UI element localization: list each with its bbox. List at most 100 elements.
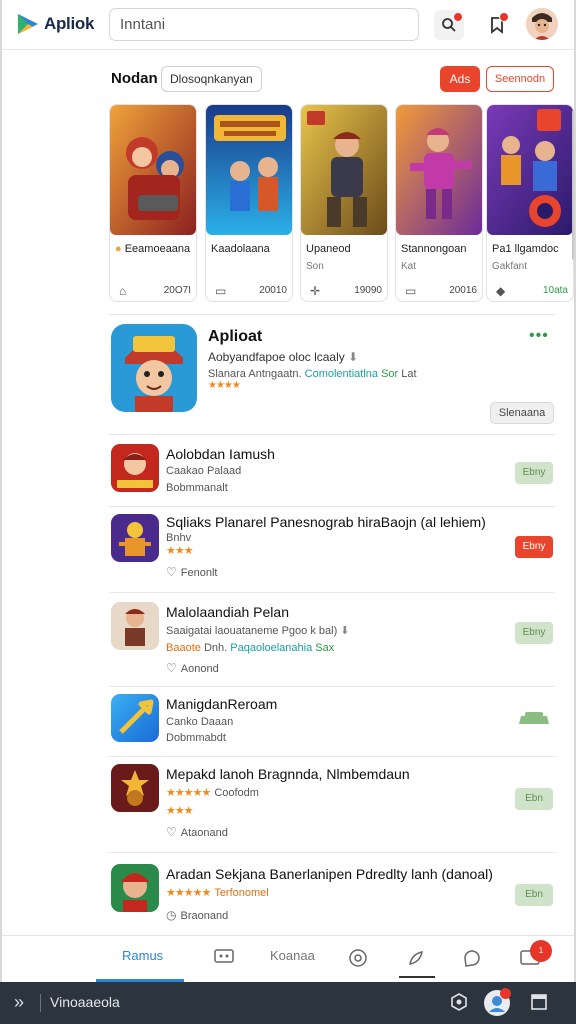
- app-title: Aplioat: [208, 328, 263, 345]
- rating-stars: ★★★★★ Terfonomel: [166, 887, 269, 899]
- thumbs-up-icon[interactable]: ⌂: [119, 284, 126, 298]
- app-icon: [111, 602, 159, 650]
- carousel-card[interactable]: ● Eeamoeaana ⌂ 20O7I: [109, 104, 197, 302]
- nav-badge: 1: [530, 940, 552, 962]
- app-title: Aolobdan Iamush: [166, 446, 275, 462]
- ads-button[interactable]: Ads: [440, 66, 480, 92]
- app-description: Aobyandfapoe oloc lcaaly ⬇: [208, 350, 359, 364]
- diamond-icon[interactable]: ◆: [496, 284, 505, 298]
- rating-stars: ★★★: [166, 545, 194, 557]
- list-item[interactable]: Aradan Sekjana Banerlanipen Pdredlty lan…: [109, 858, 555, 930]
- card-stat: 10ata: [542, 285, 568, 296]
- card-title: ● Eeamoeaana: [115, 243, 191, 255]
- card-stat: 20010: [259, 285, 287, 296]
- card-title: Stannongoan: [401, 243, 467, 255]
- user-avatar-icon: [526, 8, 558, 40]
- app-title: Sqliaks Planarel Panesnograb hiraBaojn (…: [166, 514, 486, 530]
- install-button[interactable]: Ebny: [515, 536, 553, 558]
- nav-home[interactable]: Ramus: [122, 948, 163, 963]
- more-options-icon[interactable]: •••: [529, 327, 549, 345]
- top-bar: Apliok: [2, 0, 574, 50]
- play-logo-icon: [18, 14, 38, 34]
- controller-icon: [519, 712, 549, 724]
- list-item[interactable]: Malolaandiah Pelan Saaigatai laouataneme…: [109, 598, 555, 682]
- install-button[interactable]: Ebn: [515, 884, 553, 906]
- taskbar: » Vinoaaeola: [0, 982, 576, 1024]
- crosshair-icon[interactable]: ✛: [310, 284, 320, 298]
- taskbar-separator: [40, 994, 41, 1012]
- app-developer: Canko Daaan: [166, 716, 234, 728]
- notifications-button[interactable]: [482, 10, 512, 40]
- divider: [109, 592, 555, 593]
- card-subtitle: Kat: [401, 261, 417, 272]
- nav-chat-bubble-icon[interactable]: [462, 948, 482, 971]
- tag-icon[interactable]: ▭: [405, 284, 416, 298]
- filter-chip[interactable]: Dlosoqnkanyan: [161, 66, 262, 92]
- wishlist-link[interactable]: ♡ Ataonand: [166, 825, 228, 839]
- comment-icon[interactable]: ▭: [215, 284, 226, 298]
- nav-mid[interactable]: Koanaa: [270, 948, 315, 963]
- game-art-image: [301, 105, 387, 235]
- app-developer: Caakao Palaad: [166, 465, 242, 477]
- carousel-card[interactable]: Pa1 llgamdoc Gakfant ◆ 10ata: [486, 104, 574, 302]
- install-button[interactable]: Ebny: [515, 622, 553, 644]
- carousel-card[interactable]: Upaneod Son ✛ 19090: [300, 104, 388, 302]
- taskbar-badge: [500, 988, 511, 999]
- avatar[interactable]: [526, 8, 558, 40]
- install-button[interactable]: Slenaana: [490, 402, 554, 424]
- search-input[interactable]: [109, 8, 419, 41]
- nav-chat-icon[interactable]: [348, 948, 368, 971]
- divider: [109, 686, 555, 687]
- app-category: Bobmmanalt: [166, 482, 228, 494]
- nav-feather-icon[interactable]: [406, 948, 426, 971]
- list-item[interactable]: Aolobdan Iamush Caakao Palaad Bobmmanalt…: [109, 440, 555, 502]
- card-stat: 20016: [449, 285, 477, 296]
- wishlist-link[interactable]: ◷ Braonand: [166, 908, 228, 922]
- logo-text: Apliok: [44, 14, 95, 33]
- wishlist-link[interactable]: ♡ Aonond: [166, 661, 219, 675]
- carousel-card[interactable]: Kaadolaana ▭ 20010: [205, 104, 293, 302]
- app-title: Malolaandiah Pelan: [166, 604, 289, 620]
- install-button[interactable]: Ebny: [515, 462, 553, 484]
- heart-icon: ♡: [166, 661, 177, 675]
- scrollbar[interactable]: [572, 110, 574, 260]
- rating-stars: ★★★: [166, 805, 194, 817]
- game-art-image: [110, 105, 196, 235]
- rating-stars: ★★★★: [208, 380, 241, 391]
- list-item[interactable]: ManigdanReroam Canko Daaan Dobmmabdt: [109, 690, 555, 754]
- app-title: Aradan Sekjana Banerlanipen Pdredlty lan…: [166, 866, 493, 882]
- divider: [109, 314, 555, 315]
- section-title: Nodan: [111, 70, 158, 87]
- carousel-card[interactable]: Stannongoan Kat ▭ 20016: [395, 104, 483, 302]
- taskbar-label[interactable]: Vinoaaeola: [50, 994, 120, 1010]
- install-button[interactable]: Ebn: [515, 788, 553, 810]
- game-art-image: [206, 105, 292, 235]
- list-item[interactable]: Mepakd lanoh Bragnnda, Nlmbemdaun ★★★★★ C…: [109, 760, 555, 850]
- card-title: Kaadolaana: [211, 243, 270, 255]
- game-art-image: [487, 105, 573, 235]
- game-art-image: [396, 105, 482, 235]
- search-button[interactable]: [434, 10, 464, 40]
- card-subtitle: Son: [306, 261, 324, 272]
- list-item[interactable]: Sqliaks Planarel Panesnograb hiraBaojn (…: [109, 510, 555, 590]
- divider: [109, 852, 555, 853]
- divider: [109, 756, 555, 757]
- card-footer: ▭ 20010: [211, 283, 289, 299]
- card-title: Upaneod: [306, 243, 351, 255]
- nav-games-icon[interactable]: [214, 948, 234, 967]
- open-button[interactable]: [517, 710, 551, 733]
- search-badge-dot: [453, 12, 463, 22]
- settings-icon[interactable]: [450, 993, 468, 1016]
- app-title: ManigdanReroam: [166, 696, 278, 712]
- see-more-button[interactable]: Seennodn: [486, 66, 554, 92]
- logo[interactable]: Apliok: [16, 12, 94, 36]
- featured-app[interactable]: Aplioat Aobyandfapoe oloc lcaaly ⬇ Slana…: [109, 322, 555, 426]
- window-icon[interactable]: [530, 993, 548, 1016]
- wishlist-link[interactable]: ♡ Fenonlt: [166, 565, 217, 579]
- featured-carousel[interactable]: ● Eeamoeaana ⌂ 20O7I Kaadolaana ▭ 20010 …: [109, 104, 574, 304]
- card-subtitle: Gakfant: [492, 261, 528, 272]
- chevron-right-icon[interactable]: »: [14, 992, 24, 1013]
- app-title: Mepakd lanoh Bragnnda, Nlmbemdaun: [166, 766, 410, 782]
- section-header: Nodan Dlosoqnkanyan Ads Seennodn: [109, 66, 554, 92]
- app-icon: [111, 694, 159, 742]
